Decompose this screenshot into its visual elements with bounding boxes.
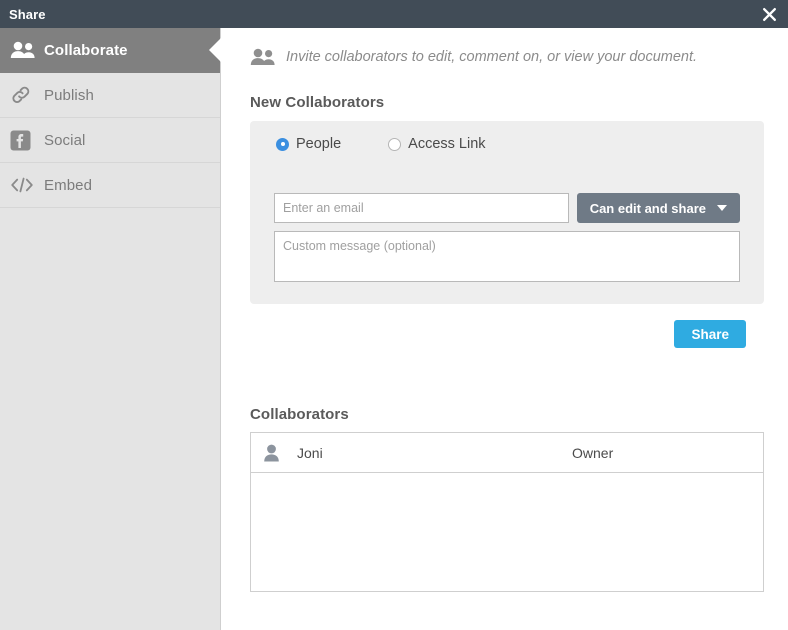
link-icon xyxy=(10,84,44,106)
people-icon xyxy=(250,48,276,66)
radio-indicator xyxy=(276,137,289,151)
close-icon xyxy=(762,7,776,21)
new-collaborators-heading: New Collaborators xyxy=(250,94,385,111)
main-content: Invite collaborators to edit, comment on… xyxy=(222,28,788,630)
sidebar-item-publish[interactable]: Publish xyxy=(0,73,220,118)
invite-banner: Invite collaborators to edit, comment on… xyxy=(250,42,764,72)
invite-form-row: Can edit and share xyxy=(274,193,740,223)
collaborators-heading: Collaborators xyxy=(250,406,349,423)
permission-dropdown-label: Can edit and share xyxy=(589,200,706,216)
chevron-down-icon xyxy=(717,205,727,211)
share-button-row: Share xyxy=(250,320,764,348)
sidebar-item-social[interactable]: Social xyxy=(0,118,220,163)
radio-access-link[interactable]: Access Link xyxy=(388,136,486,152)
sidebar-item-label: Collaborate xyxy=(44,41,128,59)
sidebar-item-embed[interactable]: Embed xyxy=(0,163,220,208)
permission-dropdown-button[interactable]: Can edit and share xyxy=(576,193,740,223)
sidebar-item-label: Publish xyxy=(44,86,94,104)
custom-message-input[interactable] xyxy=(274,231,740,282)
radio-indicator xyxy=(388,137,402,151)
collaborators-table: Joni Owner xyxy=(250,432,764,592)
code-icon xyxy=(10,176,44,194)
share-dialog: Share Collaborate Publish Social Embed I… xyxy=(0,0,788,630)
new-collaborators-panel: People Access Link Can edit and share xyxy=(250,121,764,304)
sidebar-item-label: Social xyxy=(44,131,86,149)
title-bar: Share xyxy=(0,0,788,28)
radio-label: People xyxy=(296,136,342,152)
invite-text: Invite collaborators to edit, comment on… xyxy=(286,49,698,65)
collaborator-role: Owner xyxy=(572,444,614,461)
sidebar-item-label: Embed xyxy=(44,176,93,194)
radio-people[interactable]: People xyxy=(276,136,341,152)
radio-label: Access Link xyxy=(408,136,486,152)
active-indicator-notch xyxy=(209,38,221,62)
facebook-icon xyxy=(10,130,44,151)
close-button[interactable] xyxy=(758,0,788,28)
share-button[interactable]: Share xyxy=(674,320,746,348)
sidebar-item-collaborate[interactable]: Collaborate xyxy=(0,28,221,73)
table-row[interactable]: Joni Owner xyxy=(251,433,763,473)
share-mode-radio-group: People Access Link xyxy=(250,121,764,167)
email-input[interactable] xyxy=(274,193,569,223)
collaborator-name: Joni xyxy=(297,444,323,461)
window-title: Share xyxy=(9,6,46,22)
invite-form: Can edit and share xyxy=(250,177,764,304)
people-icon xyxy=(10,41,44,59)
person-icon xyxy=(263,444,297,462)
sidebar: Collaborate Publish Social Embed xyxy=(0,28,221,630)
